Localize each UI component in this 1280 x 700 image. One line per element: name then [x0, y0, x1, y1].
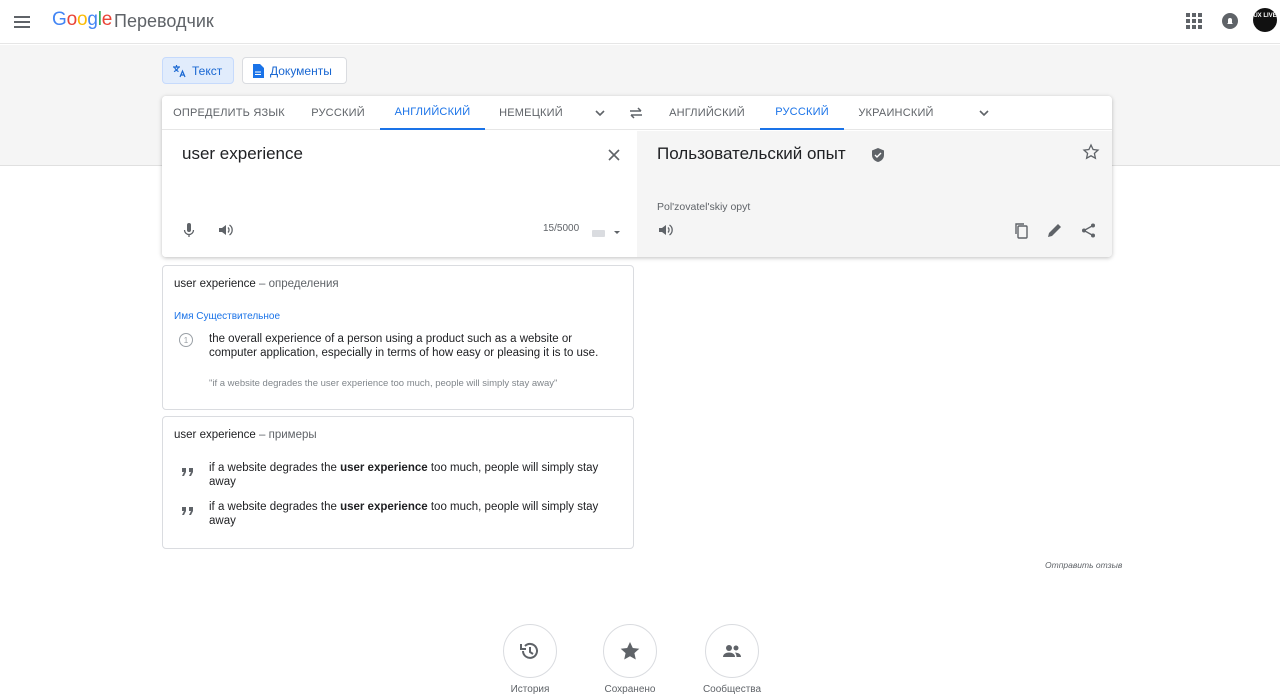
- part-of-speech: Имя Существительное: [174, 311, 281, 322]
- examples-title: user experience – примеры: [174, 429, 317, 441]
- translate-icon: [173, 64, 186, 77]
- saved-button[interactable]: [603, 624, 657, 678]
- saved-label: Сохранено: [604, 684, 656, 695]
- transliteration: Pol'zovatel'skiy opyt: [657, 201, 751, 213]
- mic-icon[interactable]: [181, 222, 197, 238]
- bell-icon[interactable]: [1219, 10, 1241, 32]
- source-lang-german[interactable]: НЕМЕЦКИЙ: [490, 96, 572, 130]
- star-icon: [620, 642, 640, 660]
- verified-shield-icon[interactable]: [870, 147, 886, 163]
- text-mode-label: Текст: [192, 63, 223, 78]
- community-button[interactable]: [705, 624, 759, 678]
- examples-card: user experience – примеры if a website d…: [162, 416, 634, 549]
- keyboard-icon[interactable]: [592, 225, 622, 237]
- quote-icon: [181, 465, 195, 477]
- target-lang-ukrainian[interactable]: УКРАИНСКИЙ: [852, 96, 940, 130]
- star-icon[interactable]: [1082, 143, 1100, 161]
- chevron-down-icon[interactable]: [976, 105, 992, 121]
- definition-text: the overall experience of a person using…: [209, 333, 599, 359]
- char-counter: 15/5000: [543, 223, 580, 234]
- speaker-icon[interactable]: [657, 222, 673, 238]
- example-text-before: if a website degrades the: [209, 462, 341, 474]
- history-icon: [520, 642, 538, 659]
- product-name: Переводчик: [114, 11, 214, 31]
- swap-icon[interactable]: [628, 105, 644, 121]
- example-item: if a website degrades the user experienc…: [209, 500, 619, 528]
- menu-icon[interactable]: [10, 10, 34, 34]
- send-feedback-link[interactable]: Отправить отзыв: [1045, 560, 1122, 570]
- share-icon[interactable]: [1080, 222, 1097, 239]
- documents-mode-label: Документы: [270, 63, 332, 78]
- target-lang-russian[interactable]: РУССКИЙ: [760, 96, 844, 130]
- edit-icon[interactable]: [1046, 222, 1063, 239]
- speaker-icon[interactable]: [217, 222, 233, 238]
- translator-card: ОПРЕДЕЛИТЬ ЯЗЫК РУССКИЙ АНГЛИЙСКИЙ НЕМЕЦ…: [162, 96, 1112, 257]
- language-bar: ОПРЕДЕЛИТЬ ЯЗЫК РУССКИЙ АНГЛИЙСКИЙ НЕМЕЦ…: [162, 96, 1112, 130]
- example-text-bold: user experience: [340, 501, 428, 513]
- source-lang-russian[interactable]: РУССКИЙ: [298, 96, 378, 130]
- example-item: if a website degrades the user experienc…: [209, 461, 619, 489]
- community-label: Сообщества: [702, 684, 762, 695]
- definition-number: 1: [179, 333, 193, 347]
- example-text-bold: user experience: [340, 462, 428, 474]
- close-icon[interactable]: [606, 147, 622, 163]
- examples-term: user experience: [174, 429, 256, 441]
- source-lang-english[interactable]: АНГЛИЙСКИЙ: [380, 96, 485, 130]
- target-pane: Пользовательский опыт Pol'zovatel'skiy o…: [637, 131, 1112, 257]
- source-lang-detect[interactable]: ОПРЕДЕЛИТЬ ЯЗЫК: [168, 96, 290, 130]
- example-text-before: if a website degrades the: [209, 501, 341, 513]
- definitions-suffix: – определения: [259, 278, 339, 290]
- history-label: История: [510, 684, 550, 695]
- history-button[interactable]: [503, 624, 557, 678]
- avatar[interactable]: UX LIVE: [1253, 8, 1277, 32]
- definition-example: "if a website degrades the user experien…: [209, 378, 558, 389]
- document-icon: [253, 63, 264, 78]
- translation-output: Пользовательский опыт: [657, 144, 846, 163]
- documents-mode-button[interactable]: Документы: [242, 57, 347, 84]
- apps-icon[interactable]: [1184, 11, 1204, 31]
- text-mode-button[interactable]: Текст: [162, 57, 234, 84]
- definitions-title: user experience – определения: [174, 278, 339, 290]
- source-pane: user experience 15/5000: [162, 131, 637, 257]
- google-logo[interactable]: Google: [52, 9, 112, 31]
- people-icon: [723, 645, 741, 657]
- top-bar: Google Переводчик UX LIVE: [0, 0, 1280, 44]
- definitions-term: user experience: [174, 278, 256, 290]
- target-lang-english[interactable]: АНГЛИЙСКИЙ: [662, 96, 752, 130]
- copy-icon[interactable]: [1013, 222, 1030, 239]
- examples-suffix: – примеры: [259, 429, 317, 441]
- quote-icon: [181, 504, 195, 516]
- chevron-down-icon[interactable]: [592, 105, 608, 121]
- source-input[interactable]: user experience: [182, 144, 303, 164]
- definitions-card: user experience – определения Имя Сущест…: [162, 265, 634, 410]
